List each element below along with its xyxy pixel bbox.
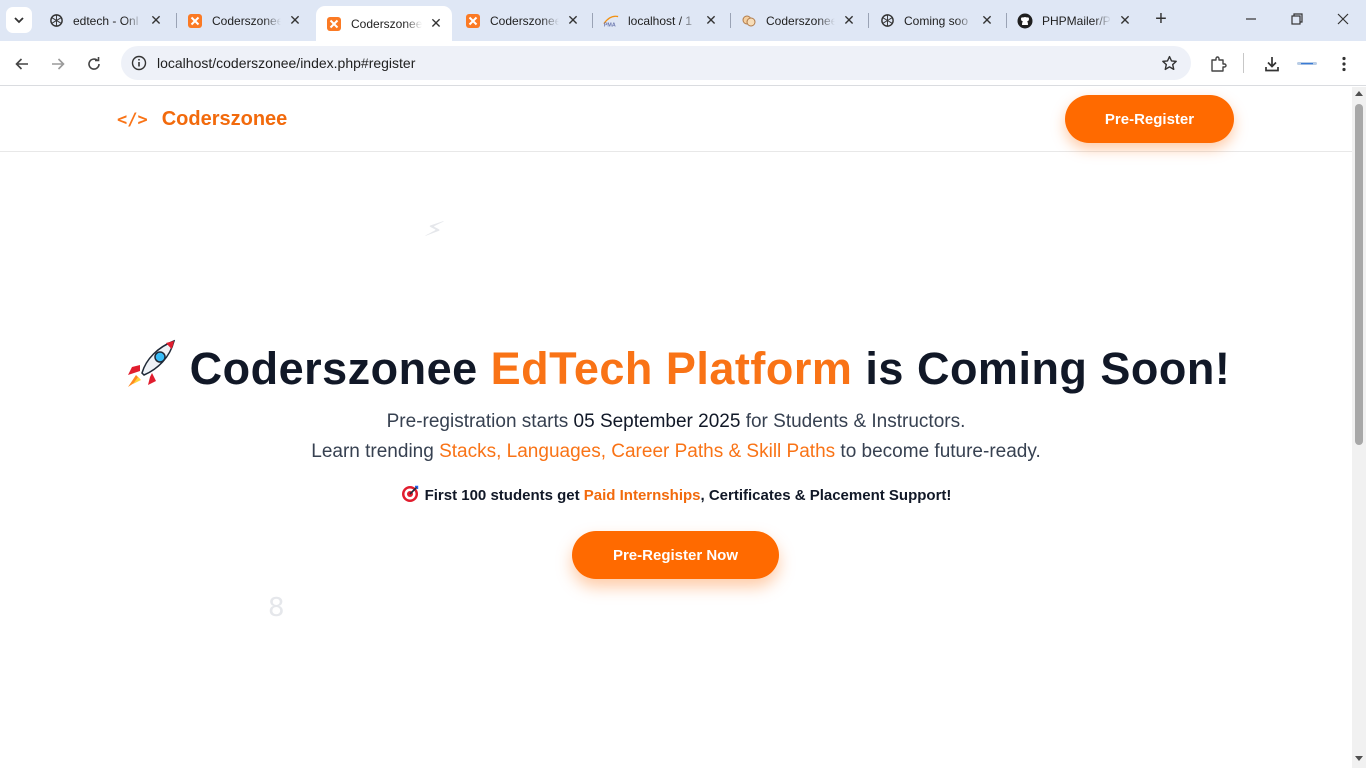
arrow-right-icon: [52, 58, 65, 70]
avatar: [1297, 62, 1317, 65]
restore-icon: [1291, 13, 1303, 25]
tab-title: PHPMailer/P: [1042, 13, 1111, 28]
chatgpt-icon: [879, 13, 895, 29]
tab-title: Coderszonee: [212, 13, 281, 28]
chatgpt-icon: [48, 13, 64, 29]
browser-toolbar: localhost/coderszonee/index.php#register: [0, 41, 1366, 86]
brain-icon: [741, 13, 757, 29]
close-tab-icon[interactable]: ✕: [287, 12, 303, 29]
download-icon: [1265, 57, 1279, 72]
browser-tab[interactable]: Coming soo ✕: [869, 6, 1003, 35]
phpmyadmin-icon: PMA: [603, 13, 619, 29]
browser-tab[interactable]: Coderszonee ✕: [731, 6, 865, 35]
more-vertical-icon: [1342, 56, 1346, 72]
tab-title: Coderszonee: [766, 13, 835, 28]
profile-button[interactable]: [1293, 50, 1321, 78]
hero-title-suffix: is Coming Soon!: [852, 343, 1231, 394]
forward-button[interactable]: [44, 50, 72, 78]
site-navbar: </> Coderszonee Pre-Register: [0, 87, 1352, 152]
svg-text:PMA: PMA: [604, 22, 616, 28]
line2-accent: Stacks, Languages, Career Paths & Skill …: [439, 441, 836, 462]
address-bar[interactable]: localhost/coderszonee/index.php#register: [121, 46, 1191, 80]
decorative-glyph: ⚡: [421, 213, 447, 247]
close-tab-icon[interactable]: ✕: [1117, 12, 1133, 29]
close-tab-icon[interactable]: ✕: [703, 12, 719, 29]
web-page: ⚡ 8 </> Coderszonee Pre-Register Codersz…: [0, 87, 1352, 768]
browser-tab[interactable]: edtech - Onl ✕: [38, 6, 172, 35]
browser-tab[interactable]: PMA localhost / 1 ✕: [593, 6, 727, 35]
pre-register-now-button[interactable]: Pre-Register Now: [572, 531, 779, 579]
perk-line: First 100 students get Paid Internships,…: [0, 485, 1352, 504]
chrome-menu-button[interactable]: [1330, 50, 1358, 78]
plus-icon: +: [1155, 7, 1167, 30]
tab-search-button[interactable]: [6, 7, 32, 33]
hero-subtitle-line-1: Pre-registration starts 05 September 202…: [0, 411, 1352, 433]
pre-register-button[interactable]: Pre-Register: [1065, 95, 1234, 143]
xampp-icon: [326, 16, 342, 32]
perk-post: , Certificates & Placement Support!: [700, 487, 952, 504]
target-icon: [401, 485, 418, 502]
close-tab-icon[interactable]: ✕: [979, 12, 995, 29]
line1-post: for Students & Instructors.: [740, 411, 966, 432]
arrow-left-icon: [15, 58, 28, 70]
brand-logo[interactable]: </> Coderszonee: [117, 108, 287, 131]
rocket-icon: [127, 339, 175, 387]
puzzle-icon: [1211, 56, 1227, 72]
xampp-icon: [465, 13, 481, 29]
minimize-icon: [1246, 18, 1256, 20]
tab-title: localhost / 1: [628, 13, 693, 28]
url-text: localhost/coderszonee/index.php#register: [157, 55, 416, 71]
close-window-button[interactable]: [1320, 0, 1366, 38]
restore-button[interactable]: [1274, 0, 1320, 38]
line1-pre: Pre-registration starts: [386, 411, 574, 432]
github-icon: [1017, 13, 1033, 29]
close-tab-icon[interactable]: ✕: [428, 15, 444, 32]
hero-subtitle-line-2: Learn trending Stacks, Languages, Career…: [0, 441, 1352, 463]
minimize-button[interactable]: [1228, 0, 1274, 38]
hero-title: Coderszonee EdTech Platform is Coming So…: [0, 337, 1352, 395]
reload-button[interactable]: [80, 50, 108, 78]
extensions-button[interactable]: [1204, 50, 1232, 78]
bookmark-star-icon[interactable]: [1159, 53, 1179, 73]
scroll-thumb[interactable]: [1355, 104, 1363, 445]
xampp-icon: [187, 13, 203, 29]
new-tab-button[interactable]: +: [1150, 8, 1172, 30]
close-tab-icon[interactable]: ✕: [565, 12, 581, 29]
hero-title-accent: EdTech Platform: [490, 343, 853, 394]
page-scrollbar[interactable]: [1352, 87, 1366, 768]
code-icon: </>: [117, 109, 148, 130]
perk-pre: First 100 students get: [424, 487, 584, 504]
browser-tab[interactable]: Coderszonee ✕: [177, 6, 311, 35]
scroll-up-arrow-icon[interactable]: [1355, 91, 1363, 96]
close-tab-icon[interactable]: ✕: [148, 12, 164, 29]
hero-title-prefix: Coderszonee: [189, 343, 491, 394]
site-info-icon[interactable]: [129, 53, 149, 73]
decorative-glyph: 8: [268, 593, 285, 623]
tab-title: Coderszonee: [490, 13, 559, 28]
launch-date: 05 September 2025: [573, 411, 741, 432]
browser-tab[interactable]: Coderszonee ✕: [455, 6, 589, 35]
chevron-down-icon: [14, 17, 24, 24]
browser-tab[interactable]: PHPMailer/P ✕: [1007, 6, 1141, 35]
back-button[interactable]: [8, 50, 36, 78]
close-tab-icon[interactable]: ✕: [841, 12, 857, 29]
perk-accent: Paid Internships: [583, 487, 701, 504]
browser-tab-active[interactable]: Coderszonee ✕: [316, 6, 452, 41]
tab-title: Coderszonee: [351, 16, 422, 31]
line2-pre: Learn trending: [311, 441, 440, 462]
tab-title: Coming soo: [904, 13, 969, 28]
brand-name: Coderszonee: [161, 108, 288, 130]
reload-icon: [88, 57, 100, 70]
scroll-down-arrow-icon[interactable]: [1355, 756, 1363, 761]
close-icon: [1337, 13, 1349, 25]
line2-post: to become future-ready.: [835, 441, 1041, 462]
toolbar-divider: [1243, 53, 1244, 73]
downloads-button[interactable]: [1258, 50, 1286, 78]
tab-title: edtech - Onl: [73, 13, 139, 28]
tab-strip: edtech - Onl ✕ Coderszonee ✕ Coderszonee…: [0, 0, 1366, 41]
